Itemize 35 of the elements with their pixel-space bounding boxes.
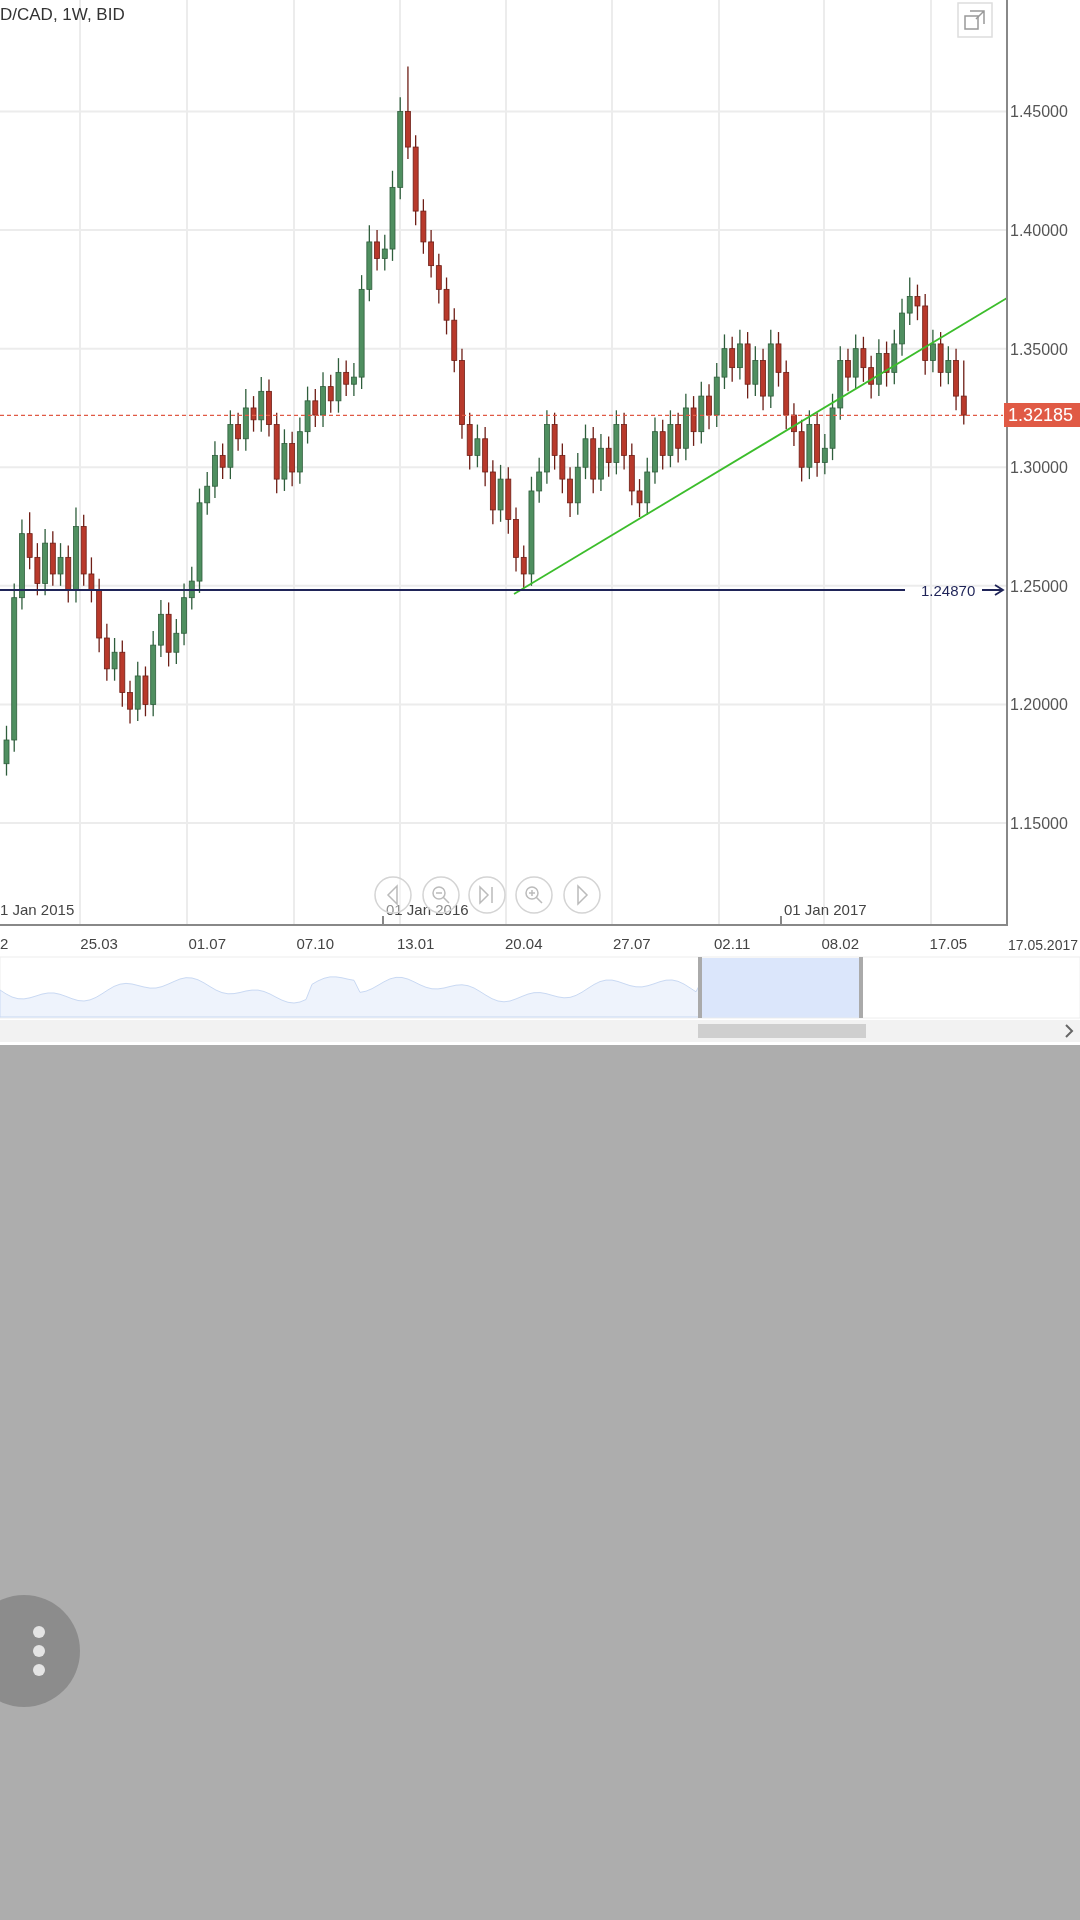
price-tick-label: 1.45000 <box>1010 103 1068 121</box>
chart-title: D/CAD, 1W, BID <box>0 5 125 24</box>
more-options-button[interactable] <box>0 1595 80 1707</box>
date-tick-label: 08.02 <box>821 935 860 952</box>
scroll-right-button[interactable] <box>563 876 601 914</box>
jump-to-end-button[interactable] <box>468 876 506 914</box>
date-tick-label: 01.07 <box>188 935 226 952</box>
period-label: 1 Jan 2015 <box>0 901 75 918</box>
price-tick-label: 1.40000 <box>1010 222 1068 240</box>
date-tick-label: 02.11 <box>713 935 751 952</box>
price-tick-label: 1.25000 <box>1010 577 1068 595</box>
date-tick-label: 2 <box>0 935 9 952</box>
arrow-icon <box>981 584 1005 596</box>
price-tick-label: 1.20000 <box>1010 696 1068 714</box>
price-tick-label: 1.35000 <box>1010 340 1068 358</box>
scroll-right-icon[interactable] <box>1065 1024 1074 1038</box>
price-tick-label: 1.30000 <box>1010 459 1068 477</box>
price-tick-label: 1.15000 <box>1010 815 1068 832</box>
horizontal-line-label: 1.24870 <box>921 582 976 599</box>
date-tick-label: 27.07 <box>613 935 651 952</box>
more-vertical-icon <box>32 1625 46 1677</box>
scrollbar-thumb[interactable] <box>698 1024 866 1038</box>
date-tick-label: 13.01 <box>396 935 435 952</box>
navigator-panel[interactable] <box>0 956 1080 1019</box>
expand-icon[interactable] <box>957 2 993 38</box>
date-tick-label: 07.10 <box>296 935 335 952</box>
trend-line[interactable] <box>513 297 1008 595</box>
period-label: 01 Jan 2017 <box>784 901 867 918</box>
date-tick-label: 20.04 <box>504 935 543 952</box>
end-date-label: 17.05.2017 <box>1007 937 1078 953</box>
date-tick-label: 25.03 <box>80 935 118 952</box>
period-label: 01 Jan 2016 <box>386 901 469 918</box>
zoom-in-button[interactable] <box>515 876 553 914</box>
date-tick-label: 17.05 <box>929 935 968 952</box>
current-price-label: 1.32185 <box>1004 403 1080 428</box>
